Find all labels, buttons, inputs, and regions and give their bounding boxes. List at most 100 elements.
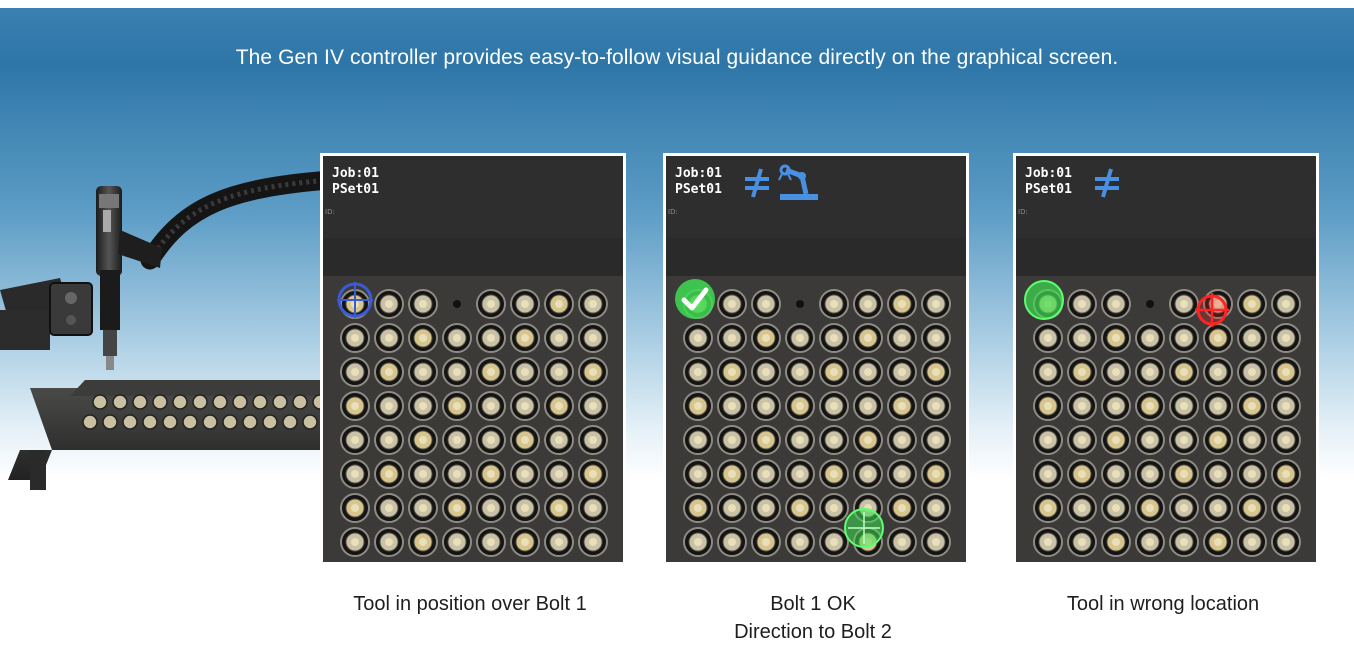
job-number: Job:01: [675, 166, 722, 181]
bolt: [853, 357, 883, 387]
bolt: [1067, 493, 1097, 523]
bolt: [1135, 357, 1165, 387]
bolt: [408, 323, 438, 353]
bolt: [1033, 391, 1063, 421]
bolt: [1033, 459, 1063, 489]
bolt: [921, 425, 951, 455]
bolt: [751, 357, 781, 387]
controller-screen-3: Job:01 PSet01 ID:: [1013, 153, 1319, 565]
bolt: [374, 289, 404, 319]
bolt: [1237, 425, 1267, 455]
target-crosshair-icon: [337, 282, 373, 318]
bolt: [1169, 425, 1199, 455]
bolt: [510, 527, 540, 557]
wrong-location-crosshair-icon: [1195, 293, 1229, 327]
bolt: [819, 357, 849, 387]
nutrunner-tool-image: [0, 170, 330, 490]
bolt: [1237, 357, 1267, 387]
bolt: [921, 493, 951, 523]
bolt: [887, 289, 917, 319]
bolt: [544, 357, 574, 387]
bolt: [921, 527, 951, 557]
caption-line: Bolt 1 OK: [770, 593, 856, 615]
bolt: [510, 289, 540, 319]
bolt: [340, 357, 370, 387]
bolt: [1135, 425, 1165, 455]
bolt: [1033, 527, 1063, 557]
empty-hole: [1146, 300, 1154, 308]
bolt: [1271, 459, 1301, 489]
bolt: [510, 459, 540, 489]
bolt: [1135, 459, 1165, 489]
bolt: [819, 391, 849, 421]
bolt: [887, 323, 917, 353]
controller-screen-2: Job:01 PSet01 ID:: [663, 153, 969, 565]
bolt: [785, 357, 815, 387]
bolt: [921, 289, 951, 319]
bolt: [510, 425, 540, 455]
bolt: [785, 323, 815, 353]
bolt: [1101, 527, 1131, 557]
bolt: [751, 391, 781, 421]
bolt: [1203, 527, 1233, 557]
pset-number: PSet01: [1025, 182, 1072, 197]
bolt: [683, 391, 713, 421]
caption-line: Tool in position over Bolt 1: [353, 593, 587, 615]
bolt: [887, 493, 917, 523]
bolt: [544, 527, 574, 557]
bolt: [1067, 357, 1097, 387]
caption-line: Tool in wrong location: [1066, 593, 1260, 615]
bolt: [1237, 391, 1267, 421]
bolt: [853, 289, 883, 319]
bolt: [374, 323, 404, 353]
bolt: [683, 493, 713, 523]
bolt: [785, 527, 815, 557]
job-pset-label: Job:01 PSet01: [332, 166, 379, 198]
bolt: [1271, 391, 1301, 421]
bolt: [442, 357, 472, 387]
bolt: [408, 391, 438, 421]
bolt: [1237, 527, 1267, 557]
bolt: [683, 527, 713, 557]
bolt: [921, 357, 951, 387]
bolt: [340, 425, 370, 455]
bolt: [717, 493, 747, 523]
bolt: [785, 493, 815, 523]
bolt: [1135, 323, 1165, 353]
empty-hole: [453, 300, 461, 308]
bolt: [717, 527, 747, 557]
bolt: [544, 425, 574, 455]
bolt: [683, 459, 713, 489]
bolt: [476, 391, 506, 421]
bolt: [408, 527, 438, 557]
bolt: [578, 391, 608, 421]
bolt: [442, 323, 472, 353]
bolt: [785, 391, 815, 421]
bolt: [1203, 425, 1233, 455]
bolt: [819, 459, 849, 489]
screen-status-bar: [666, 238, 966, 276]
bolt: [510, 323, 540, 353]
bolt: [1271, 289, 1301, 319]
bolt: [1237, 323, 1267, 353]
bolt: [887, 357, 917, 387]
bolt: [887, 459, 917, 489]
bolt: [1237, 459, 1267, 489]
bolt: [1135, 527, 1165, 557]
not-equal-icon: [1095, 168, 1119, 198]
bolt: [1135, 391, 1165, 421]
bolt: [1237, 289, 1267, 319]
bolt: [1033, 357, 1063, 387]
bolt: [1271, 357, 1301, 387]
caption-3: Tool in wrong location: [1013, 590, 1313, 618]
bolt: [1033, 425, 1063, 455]
bolt: [1203, 323, 1233, 353]
bolt: [578, 289, 608, 319]
bolt: [578, 459, 608, 489]
bolt: [374, 425, 404, 455]
bolt: [578, 357, 608, 387]
bolt: [1033, 323, 1063, 353]
bolt: [1101, 391, 1131, 421]
bolt: [510, 357, 540, 387]
bolt: [374, 391, 404, 421]
